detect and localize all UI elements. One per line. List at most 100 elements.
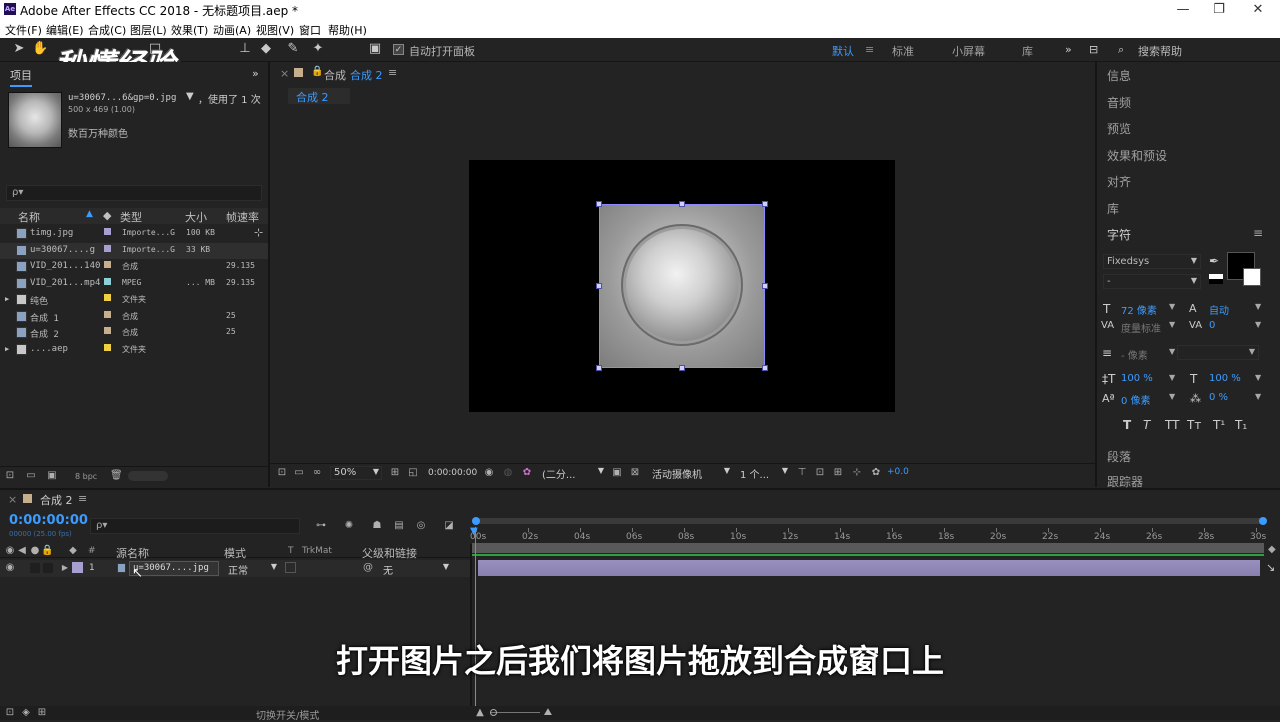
tsume-dropdown-icon[interactable]: ▼ [1255, 392, 1261, 401]
font-size-dropdown-icon[interactable]: ▼ [1169, 302, 1175, 311]
menu-effect[interactable]: 效果(T) [171, 22, 208, 38]
tsume-value[interactable]: 0 % [1209, 392, 1228, 403]
all-caps-button[interactable]: TT [1165, 418, 1179, 432]
leading-value[interactable]: 自动 [1209, 302, 1229, 317]
faux-italic-button[interactable]: T [1143, 418, 1150, 432]
workspace-library[interactable]: 库 [1022, 43, 1033, 59]
workspace-small[interactable]: 小屏幕 [952, 43, 985, 59]
timeline-icon[interactable]: ⊞ [832, 467, 844, 479]
kerning-dropdown-icon[interactable]: ▼ [1169, 320, 1175, 329]
maximize-icon[interactable]: ❐ [1199, 0, 1239, 20]
item-label-swatch[interactable] [104, 343, 111, 351]
eraser-tool-icon[interactable]: ◆ [259, 42, 273, 56]
audio-switch-icon[interactable]: ◀ [16, 545, 28, 557]
subscript-button[interactable]: T₁ [1235, 418, 1247, 432]
menu-file[interactable]: 文件(F) [5, 22, 42, 38]
timeline-tab[interactable]: 合成 2 [40, 492, 73, 508]
label-icon[interactable]: ◆ [67, 545, 79, 557]
viewer-tab-name[interactable]: 合成 2 [350, 67, 383, 83]
sync-icon[interactable]: ⊟ [1089, 43, 1098, 56]
tracking-dropdown-icon[interactable]: ▼ [1255, 320, 1261, 329]
stroke-width-value[interactable]: - 像素 [1121, 347, 1148, 362]
label-col-icon[interactable]: ◆ [103, 209, 111, 223]
menu-composition[interactable]: 合成(C) [88, 22, 126, 38]
timeline-menu-icon[interactable]: ≡ [78, 492, 87, 505]
character-panel-title[interactable]: 字符 [1107, 226, 1131, 243]
kerning-value[interactable]: 度量标准 [1121, 320, 1161, 335]
time-range-bar[interactable] [472, 543, 1264, 553]
col-trkmat[interactable]: TrkMat [302, 546, 332, 556]
resolution-select[interactable]: (二分... ▼ [540, 466, 606, 481]
comp-mini-flowchart-icon[interactable]: ⊶ [315, 520, 327, 532]
item-label-swatch[interactable] [104, 261, 111, 268]
item-label-swatch[interactable] [104, 310, 111, 318]
graph-editor-icon[interactable]: ◪ [443, 520, 455, 532]
faux-bold-button[interactable]: T [1123, 418, 1131, 432]
preserve-transparency-checkbox[interactable] [285, 562, 296, 573]
views-select[interactable]: 1 个... ▼ [738, 466, 790, 481]
region-icon[interactable]: ◱ [407, 467, 419, 479]
solo-switch-icon[interactable]: ● [29, 545, 41, 557]
horizontal-scale-value[interactable]: 100 % [1209, 373, 1241, 384]
horizontal-scale-dropdown-icon[interactable]: ▼ [1255, 373, 1261, 382]
col-parent[interactable]: 父级和链接 [362, 545, 417, 561]
small-caps-button[interactable]: Tт [1187, 418, 1201, 432]
col-source-name[interactable]: 源名称 [116, 545, 149, 561]
workspace-menu-icon[interactable]: ≡ [865, 43, 874, 56]
trash-icon[interactable]: 🗑 [110, 470, 123, 482]
layer-label-swatch[interactable] [72, 562, 83, 573]
font-family-select[interactable]: Fixedsys ▼ [1103, 254, 1201, 269]
viewer-timecode[interactable]: 0:00:00:00 [428, 468, 477, 478]
vr-icon[interactable]: ∞ [311, 467, 323, 479]
zoom-in-icon[interactable]: ⛰ [542, 707, 554, 719]
handle-br[interactable] [762, 365, 768, 371]
show-snapshot-icon[interactable]: ◍ [502, 467, 514, 479]
item-label-swatch[interactable] [104, 277, 111, 285]
col-type[interactable]: 类型 [120, 209, 142, 224]
swap-color-icon[interactable] [1209, 274, 1223, 284]
viewer-subtab[interactable]: 合成 2 [288, 88, 350, 104]
search-help-input[interactable]: 搜索帮助 [1138, 43, 1182, 59]
project-item[interactable]: VID_201...mp4 MPEG ... MB 29.135 [0, 276, 268, 292]
menu-edit[interactable]: 编辑(E) [46, 22, 84, 38]
character-menu-icon[interactable]: ≡ [1253, 226, 1263, 240]
project-item[interactable]: timg.jpg Importe...G 100 KB [0, 226, 268, 242]
panel-expand-icon[interactable]: » [252, 67, 259, 80]
timeline-search-input[interactable]: ρ▾ [90, 518, 300, 534]
project-tab[interactable]: 项目 [10, 67, 32, 87]
zoom-out-icon[interactable]: ▲ [474, 707, 486, 719]
menu-window[interactable]: 窗口 [299, 22, 321, 38]
font-style-select[interactable]: - ▼ [1103, 274, 1201, 289]
frame-blending-icon[interactable]: ▤ [393, 520, 405, 532]
stroke-type-select[interactable]: ▼ [1177, 345, 1259, 360]
lock-icon[interactable]: 🔒 [311, 66, 323, 77]
bpc-label[interactable]: 8 bpc [75, 472, 97, 481]
handle-bl[interactable] [596, 365, 602, 371]
project-item[interactable]: ▶ 纯色 文件夹 [0, 292, 268, 308]
preview-panel[interactable]: 预览 [1107, 120, 1131, 137]
motion-blur-icon[interactable]: ◎ [415, 520, 427, 532]
menu-layer[interactable]: 图层(L) [130, 22, 167, 38]
viewer-menu-icon[interactable]: ≡ [388, 66, 397, 79]
baseline-value[interactable]: 0 像素 [1121, 392, 1151, 407]
footer-switch-icon[interactable]: ⊡ [4, 707, 16, 719]
zoom-select[interactable]: 50% ▼ [330, 466, 382, 480]
handle-mr[interactable] [762, 283, 768, 289]
superscript-button[interactable]: T¹ [1213, 418, 1225, 432]
flowchart-view-icon[interactable]: ⊹ [851, 467, 863, 479]
thumbnail-slider[interactable] [128, 471, 168, 481]
leading-dropdown-icon[interactable]: ▼ [1255, 302, 1261, 311]
menu-help[interactable]: 帮助(H) [328, 22, 367, 38]
handle-bm[interactable] [679, 365, 685, 371]
info-panel[interactable]: 信息 [1107, 67, 1131, 84]
item-label-swatch[interactable] [104, 327, 111, 334]
stroke-color-swatch[interactable] [1243, 268, 1261, 286]
coin-image-layer[interactable] [599, 204, 765, 368]
layer-solo-box[interactable] [30, 563, 40, 573]
col-t[interactable]: T [288, 546, 294, 556]
new-folder-icon[interactable]: ▭ [25, 470, 37, 482]
timeline-timecode[interactable]: 0:00:00:00 [9, 513, 88, 528]
stroke-width-dropdown-icon[interactable]: ▼ [1169, 347, 1175, 356]
col-size[interactable]: 大小 [185, 209, 207, 224]
close-icon[interactable]: ✕ [1238, 0, 1278, 20]
